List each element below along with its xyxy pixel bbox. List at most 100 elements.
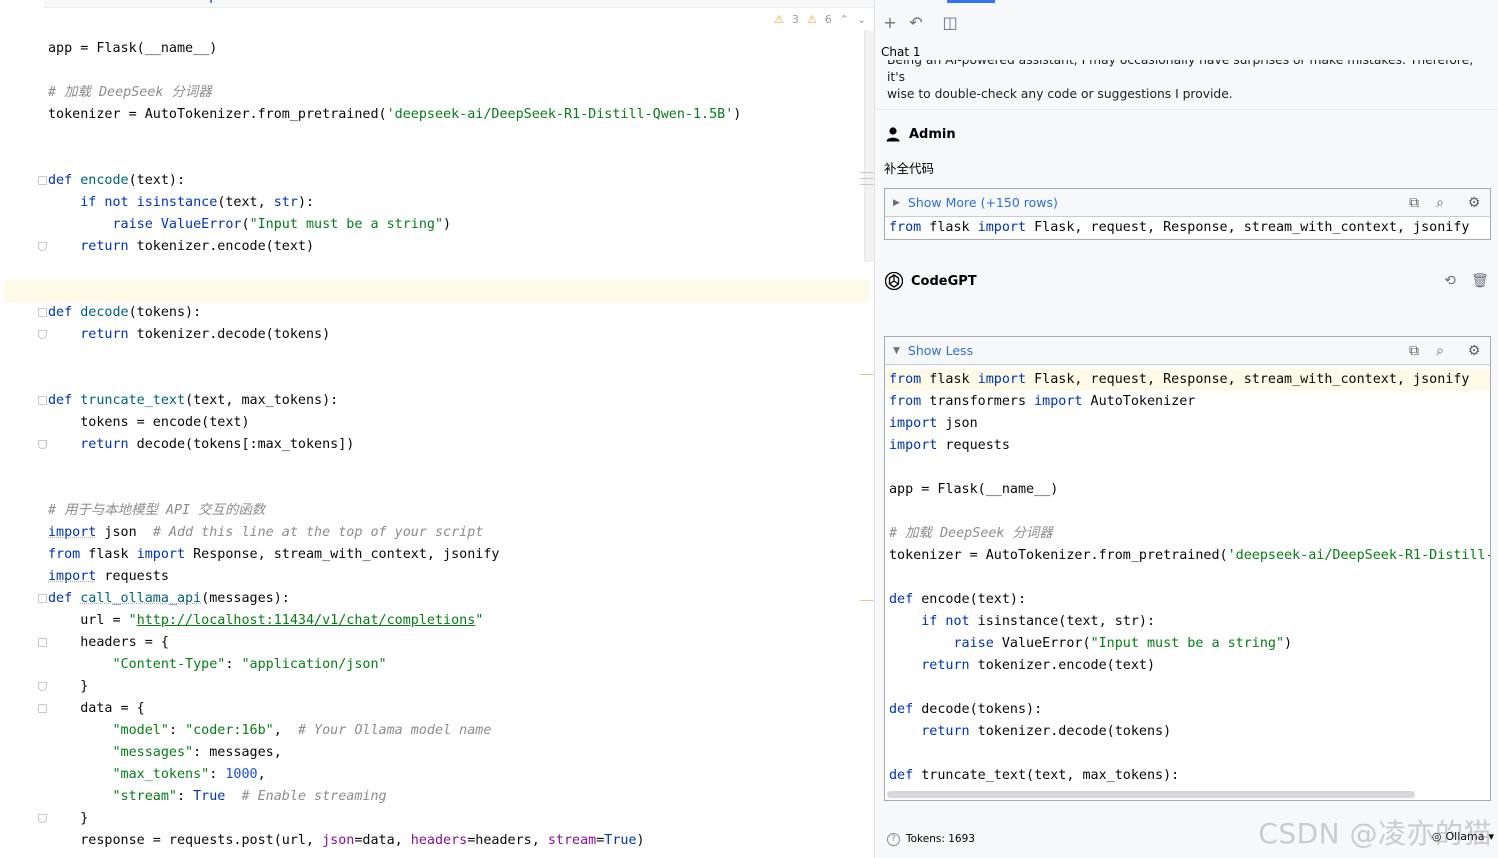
user-code-content[interactable]: from flask import Flask, request, Respon… bbox=[885, 217, 1490, 239]
error-stripe-marker[interactable] bbox=[860, 178, 874, 179]
fold-marker[interactable] bbox=[38, 330, 47, 339]
code-token: def bbox=[48, 393, 73, 408]
show-more-label: Show More (+150 rows) bbox=[907, 195, 1058, 210]
user-code-block: ▶ Show More (+150 rows) ⧉ ⌕ ⚙ from flask… bbox=[884, 188, 1491, 240]
weak-warning-icon: ⚠ bbox=[806, 13, 817, 26]
token-count: Tokens: 1693 bbox=[906, 833, 975, 845]
code-token: def bbox=[48, 591, 73, 606]
copy-icon[interactable]: ⧉ bbox=[1405, 194, 1423, 212]
code-token: headers = { bbox=[48, 635, 169, 650]
code-line: def decode(tokens): bbox=[889, 699, 1042, 721]
error-stripe-marker[interactable] bbox=[860, 184, 874, 185]
gear-icon[interactable]: ⚙ bbox=[1465, 342, 1483, 360]
code-block-header: ▼ Show Less ⧉ ⌕ ⚙ bbox=[885, 337, 1490, 365]
show-less-toggle[interactable]: ▼ Show Less bbox=[893, 343, 973, 358]
code-token: # Add this line at the top of your scrip… bbox=[152, 525, 484, 540]
fold-marker[interactable] bbox=[38, 440, 47, 449]
fold-marker[interactable] bbox=[38, 682, 47, 691]
code-token: } bbox=[48, 811, 89, 826]
fold-marker[interactable] bbox=[38, 704, 47, 713]
code-token: return bbox=[80, 437, 129, 452]
code-token: json bbox=[937, 416, 978, 431]
code-token: stream bbox=[547, 833, 597, 848]
code-token: call_ollama_api bbox=[80, 591, 202, 606]
code-token: , bbox=[273, 723, 298, 738]
user-name: Admin bbox=[909, 126, 956, 142]
error-stripe-marker[interactable] bbox=[860, 172, 874, 173]
code-token: "Input must be a string" bbox=[249, 217, 444, 232]
error-stripe-marker[interactable] bbox=[860, 600, 874, 601]
editor-scrollbar[interactable] bbox=[864, 30, 874, 262]
code-token: transformers bbox=[80, 0, 193, 4]
fold-marker[interactable] bbox=[38, 242, 47, 251]
horizontal-scrollbar[interactable] bbox=[887, 791, 1415, 798]
fold-marker[interactable] bbox=[38, 638, 47, 647]
new-chat-plus-icon[interactable]: + bbox=[879, 12, 901, 34]
warning-count: 3 bbox=[791, 13, 799, 26]
code-token: from bbox=[48, 0, 80, 4]
code-token: flask bbox=[921, 372, 978, 387]
code-token: return bbox=[80, 327, 129, 342]
code-token: Response, stream_with_context, jsonify bbox=[185, 547, 500, 562]
code-token: "Input must be a string" bbox=[1090, 636, 1285, 651]
code-token: app = Flask(__name__) bbox=[48, 41, 218, 56]
code-token: " bbox=[475, 613, 484, 628]
code-line: def decode(tokens): bbox=[48, 302, 201, 324]
undo-icon[interactable]: ↶ bbox=[905, 12, 927, 34]
codegpt-logo-icon bbox=[885, 272, 903, 290]
split-view-icon[interactable]: ◫ bbox=[939, 12, 961, 34]
code-token: (messages): bbox=[201, 591, 290, 606]
code-line: } bbox=[48, 808, 88, 830]
code-block-header: ▶ Show More (+150 rows) ⧉ ⌕ ⚙ bbox=[885, 189, 1490, 217]
code-line: data = { bbox=[48, 698, 145, 720]
trash-icon[interactable]: 🗑 bbox=[1471, 272, 1489, 290]
code-token: app = Flask(__name__) bbox=[889, 482, 1059, 497]
code-token: encode(text): bbox=[913, 592, 1027, 607]
code-token: "coder:16b" bbox=[185, 723, 274, 738]
code-line: "model": "coder:16b", # Your Ollama mode… bbox=[48, 720, 492, 742]
chat-toolbar: + ↶ ◫ bbox=[875, 8, 1498, 38]
code-token: 'deepseek-ai/DeepSeek-R1-Distill-Q bbox=[1227, 548, 1491, 563]
code-line: return tokenizer.encode(text) bbox=[48, 236, 314, 258]
fold-marker[interactable] bbox=[38, 176, 47, 185]
code-token: "model" bbox=[112, 723, 169, 738]
code-token: , bbox=[257, 767, 266, 782]
code-token: tokenizer.encode(text) bbox=[128, 239, 315, 254]
chevron-up-icon[interactable]: ⌃ bbox=[840, 13, 849, 26]
fold-marker[interactable] bbox=[38, 308, 47, 317]
code-token: ( bbox=[241, 217, 250, 232]
help-icon[interactable]: ? bbox=[887, 832, 900, 846]
code-line: from flask import Flask, request, Respon… bbox=[889, 217, 1469, 239]
chevron-down-icon[interactable]: ⌄ bbox=[857, 13, 866, 26]
code-token: # Your Ollama model name bbox=[297, 723, 492, 738]
inspection-widget[interactable]: ⚠ 3 ⚠ 6 ⌃ ⌄ bbox=[774, 13, 866, 26]
error-stripe-marker[interactable] bbox=[860, 374, 874, 375]
find-replace-icon[interactable]: ⌕ bbox=[1431, 342, 1449, 360]
regenerate-icon[interactable]: ⟲ bbox=[1441, 272, 1459, 290]
code-line: response = requests.post(url, json=data,… bbox=[48, 830, 644, 852]
code-line: from transformers import AutoTokenizer bbox=[889, 391, 1195, 413]
find-replace-icon[interactable]: ⌕ bbox=[1431, 194, 1449, 212]
code-line: def truncate_text(text, max_tokens): bbox=[48, 390, 338, 412]
code-line: headers = { bbox=[48, 632, 169, 654]
code-token: import bbox=[136, 547, 186, 562]
fold-marker[interactable] bbox=[38, 594, 47, 603]
code-line: from flask import Flask, request, Respon… bbox=[889, 369, 1469, 391]
code-token: flask bbox=[80, 547, 137, 562]
code-token: def bbox=[889, 592, 914, 607]
code-token: requests bbox=[96, 569, 169, 584]
code-token: tokens = encode(text) bbox=[48, 415, 250, 430]
code-editor[interactable]: from transformers import AutoTokenizer ap… bbox=[0, 0, 874, 858]
code-line: # 加载 DeepSeek 分词器 bbox=[48, 82, 212, 104]
fold-marker[interactable] bbox=[38, 396, 47, 405]
show-more-toggle[interactable]: ▶ Show More (+150 rows) bbox=[893, 195, 1058, 210]
gear-icon[interactable]: ⚙ bbox=[1465, 194, 1483, 212]
assistant-code-content[interactable]: from flask import Flask, request, Respon… bbox=[885, 365, 1491, 800]
copy-icon[interactable]: ⧉ bbox=[1405, 342, 1423, 360]
code-token: # 用于与本地模型 API 交互的函数 bbox=[48, 503, 266, 518]
fold-marker[interactable] bbox=[38, 814, 47, 823]
code-token: import bbox=[889, 416, 938, 431]
